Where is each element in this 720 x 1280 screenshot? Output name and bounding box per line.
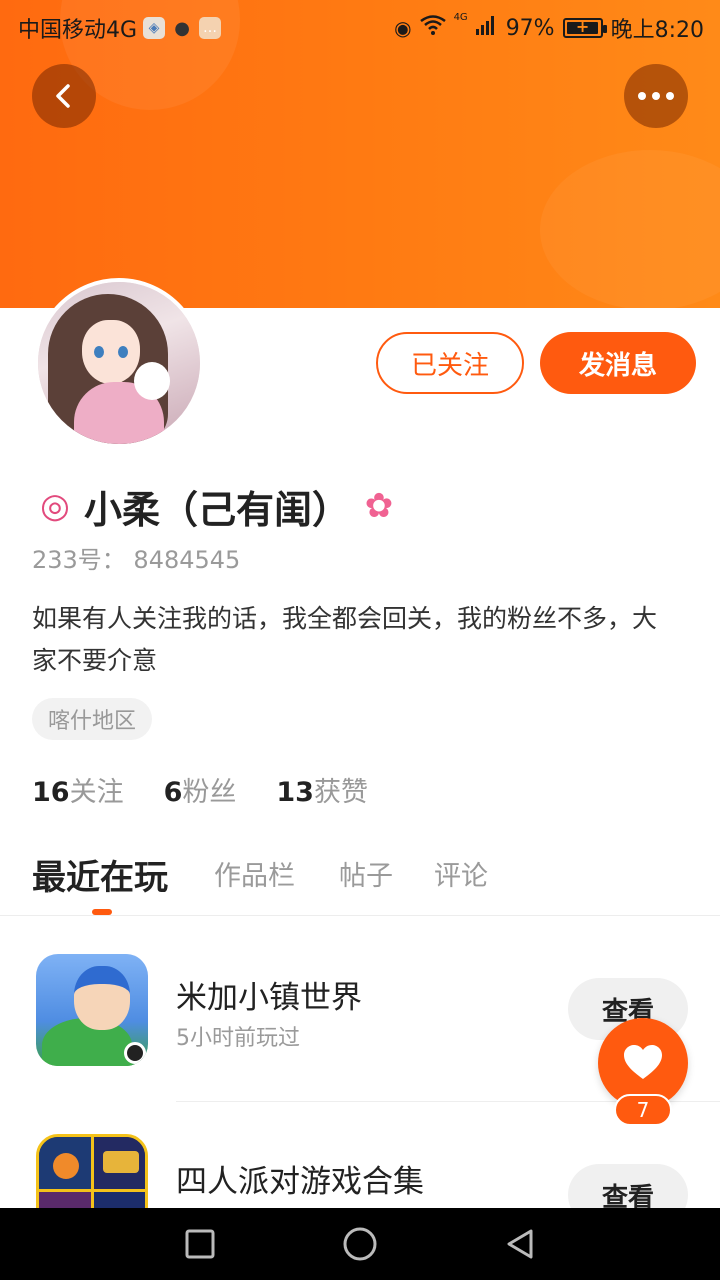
wifi-icon xyxy=(419,15,446,41)
message-icon: … xyxy=(199,17,222,39)
region-tag: 喀什地区 xyxy=(32,698,153,740)
tab-posts[interactable]: 帖子 xyxy=(339,854,393,893)
network-type: 4G xyxy=(453,12,468,23)
stat-following[interactable]: 16关注 xyxy=(32,770,124,809)
signal-icon xyxy=(475,15,498,41)
avatar[interactable] xyxy=(34,278,204,448)
recent-apps-button[interactable] xyxy=(182,1226,218,1262)
header-decoration xyxy=(540,150,720,308)
user-name: 小柔（己有闺） xyxy=(84,487,351,532)
charging-icon: + xyxy=(575,17,590,36)
clock: 晚上8:20 xyxy=(610,18,704,43)
stat-likes[interactable]: 13获赞 xyxy=(276,770,368,809)
chevron-left-icon xyxy=(56,84,70,108)
status-bar: 中国移动4G ◈ ● … ◉ 4G 97% + 晚上8:20 xyxy=(0,0,720,50)
home-button[interactable] xyxy=(342,1226,378,1262)
wechat-icon: ● xyxy=(174,17,190,39)
more-dots-icon xyxy=(638,92,674,100)
game-title[interactable]: 米加小镇世界 xyxy=(176,972,362,1017)
lollipop-icon: ◎ xyxy=(40,486,70,526)
user-bio: 如果有人关注我的话，我全都会回关，我的粉丝不多，大家不要介意 xyxy=(32,604,658,675)
like-count-badge: 7 xyxy=(614,1094,672,1126)
home-icon xyxy=(343,1227,377,1261)
battery-percent: 97% xyxy=(505,15,555,41)
carrier-text: 中国移动4G xyxy=(18,18,138,43)
game-played-time: 5小时前玩过 xyxy=(176,1026,300,1051)
battery-icon: + xyxy=(562,17,607,38)
app-icon: ◈ xyxy=(143,17,166,39)
user-name-row: ◎ 小柔（己有闺） ✿ xyxy=(32,478,402,534)
followed-button[interactable]: 已关注 xyxy=(376,332,524,394)
eye-icon: ◉ xyxy=(394,16,412,40)
system-back-button[interactable] xyxy=(502,1226,538,1262)
active-tab-indicator xyxy=(92,909,112,915)
recent-apps-icon xyxy=(185,1229,215,1259)
user-id: 233号： 8484545 xyxy=(32,546,241,574)
tab-recently-played[interactable]: 最近在玩 xyxy=(32,850,168,899)
back-button[interactable] xyxy=(32,64,96,128)
flower-icon: ✿ xyxy=(364,486,394,526)
more-button[interactable] xyxy=(624,64,688,128)
system-navigation-bar xyxy=(0,1208,720,1280)
profile-tabs: 最近在玩 作品栏 帖子 评论 xyxy=(0,846,720,916)
game-icon[interactable] xyxy=(36,954,148,1066)
stat-fans[interactable]: 6粉丝 xyxy=(164,770,237,809)
game-title[interactable]: 四人派对游戏合集 xyxy=(176,1156,424,1201)
tab-works[interactable]: 作品栏 xyxy=(214,854,295,893)
tab-comments[interactable]: 评论 xyxy=(434,854,488,893)
send-message-button[interactable]: 发消息 xyxy=(540,332,696,394)
profile-header: 中国移动4G ◈ ● … ◉ 4G 97% + 晚上8:20 xyxy=(0,0,720,308)
heart-icon xyxy=(624,1045,662,1079)
user-stats: 16关注 6粉丝 13获赞 xyxy=(32,770,368,809)
back-icon xyxy=(507,1229,533,1259)
